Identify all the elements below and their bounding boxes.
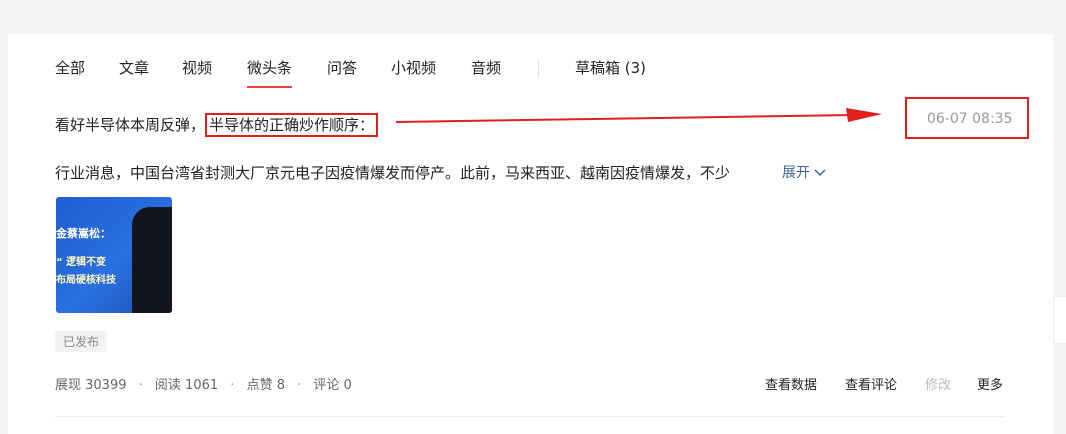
stat-separator: · — [297, 378, 302, 393]
annotation-arrow — [395, 108, 882, 123]
status-badge: 已发布 — [55, 331, 108, 352]
tab-divider — [538, 60, 539, 78]
headline-text: 看好半导体本周反弹， — [55, 116, 206, 134]
tab-qa[interactable]: 问答 — [327, 56, 357, 80]
stat-separator: · — [138, 378, 143, 393]
tab-short-videos[interactable]: 小视频 — [391, 56, 436, 80]
tab-all[interactable]: 全部 — [55, 56, 85, 80]
thumbnail-text-line2: “ 逻辑不变 — [56, 257, 107, 268]
thumbnail-text-line3: 布局硬核科技 — [56, 275, 116, 286]
impressions-stat: 展现 30399 — [55, 378, 127, 393]
view-data-button[interactable]: 查看数据 — [765, 374, 817, 393]
date-highlight-box: 06-07 08:35 — [905, 97, 1029, 139]
reads-stat: 阅读 1061 — [154, 378, 219, 393]
side-floating-panel[interactable] — [1053, 296, 1066, 344]
tab-drafts[interactable]: 草稿箱 (3) — [575, 56, 646, 80]
headline-highlight-box: 半导体的正确炒作顺序： — [205, 113, 379, 137]
comments-stat: 评论 0 — [313, 378, 352, 393]
view-comments-button[interactable]: 查看评论 — [845, 374, 897, 393]
likes-stat: 点赞 8 — [246, 378, 285, 393]
expand-label: 展开 — [782, 165, 810, 181]
chevron-down-icon — [814, 169, 826, 177]
content-fade — [738, 160, 776, 182]
post-content: 行业消息，中国台湾省封测大厂京元电子因疫情爆发而停产。此前，马来西亚、越南因疫情… — [55, 164, 731, 182]
post-thumbnail[interactable]: 金蔡嵩松： “ 逻辑不变 布局硬核科技 — [56, 197, 172, 313]
post-date: 06-07 08:35 — [927, 111, 1013, 127]
tab-audio[interactable]: 音频 — [471, 56, 501, 80]
thumbnail-person — [132, 207, 172, 313]
edit-button: 修改 — [925, 378, 952, 393]
row-divider — [55, 416, 1005, 417]
tab-micro-headlines[interactable]: 微头条 — [247, 56, 293, 88]
post-headline[interactable]: 看好半导体本周反弹， 半导体的正确炒作顺序： — [55, 113, 379, 137]
tab-micro-headlines-label: 微头条 — [247, 59, 293, 77]
content-card: 全部 文章 视频 微头条 问答 小视频 音频 草稿箱 (3) 看好半导体本周反弹… — [8, 34, 1053, 434]
tab-videos[interactable]: 视频 — [182, 56, 212, 80]
active-tab-indicator — [247, 86, 293, 88]
post-stats: 展现 30399 · 阅读 1061 · 点赞 8 · 评论 0 — [55, 374, 352, 393]
tab-articles[interactable]: 文章 — [119, 56, 149, 80]
expand-link[interactable]: 展开 — [782, 162, 826, 182]
thumbnail-text-line1: 金蔡嵩松： — [56, 227, 111, 240]
more-button[interactable]: 更多 — [977, 374, 1003, 393]
stat-separator: · — [230, 378, 235, 393]
